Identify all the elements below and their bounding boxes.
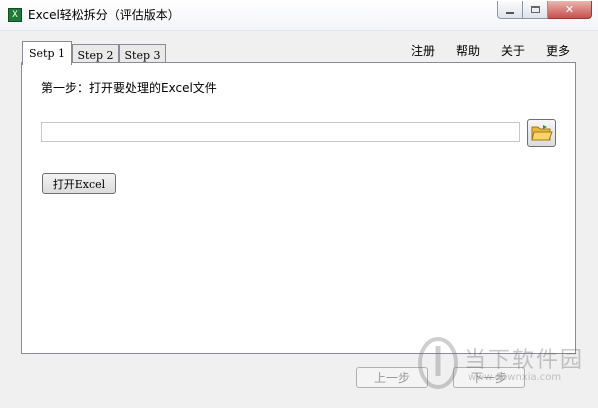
maximize-button[interactable] [523, 1, 548, 19]
window-controls: ✕ [497, 1, 592, 19]
step-instruction: 第一步：打开要处理的Excel文件 [41, 81, 217, 95]
browse-folder-button[interactable] [527, 119, 556, 147]
open-folder-icon [530, 125, 553, 141]
top-menu: 注册 帮助 关于 更多 [390, 42, 570, 59]
next-step-button[interactable]: 下一步 [453, 367, 525, 388]
menu-about[interactable]: 关于 [501, 42, 525, 59]
menu-help[interactable]: 帮助 [456, 42, 480, 59]
close-button[interactable]: ✕ [548, 1, 592, 19]
maximize-icon [530, 6, 540, 13]
minimize-button[interactable] [497, 1, 523, 19]
tab-panel-step-1 [21, 62, 576, 354]
open-excel-button[interactable]: 打开Excel [42, 173, 116, 194]
tab-step-1[interactable]: Setp 1 [22, 41, 72, 65]
excel-app-icon: X [8, 8, 22, 22]
title-bar: X Excel轻松拆分（评估版本） ✕ [0, 0, 598, 31]
file-path-input[interactable] [41, 122, 520, 142]
menu-more[interactable]: 更多 [546, 42, 570, 59]
window-title: Excel轻松拆分（评估版本） [28, 8, 180, 22]
previous-step-button[interactable]: 上一步 [356, 367, 428, 388]
menu-register[interactable]: 注册 [411, 42, 435, 59]
minimize-icon [506, 11, 514, 14]
close-icon: ✕ [564, 3, 575, 16]
